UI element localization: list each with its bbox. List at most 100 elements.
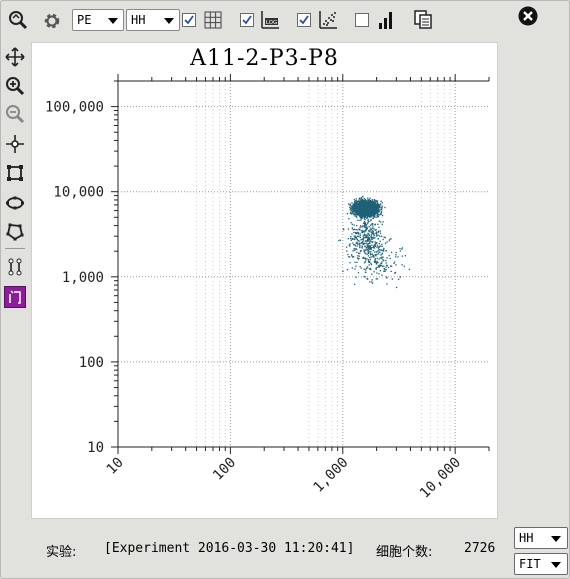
data-point [372, 249, 374, 252]
data-point [368, 199, 370, 201]
data-point [367, 259, 370, 261]
y-param-select[interactable]: HH [126, 9, 180, 31]
data-point [377, 203, 379, 205]
data-point [369, 258, 371, 261]
data-point [378, 245, 380, 247]
data-point [382, 259, 384, 261]
data-point [357, 212, 359, 215]
data-point [355, 276, 357, 278]
data-point [363, 250, 365, 252]
scatter-plot[interactable]: 10 100 1,000 10,000 100,000 10 100 1,000 10,000 [32, 43, 497, 518]
data-point [347, 228, 350, 230]
bottom-param-value: HH [519, 531, 534, 545]
data-point [384, 268, 386, 270]
data-point [361, 242, 363, 244]
data-point [371, 279, 373, 281]
data-point [367, 255, 370, 257]
settings-icon[interactable] [41, 10, 63, 32]
data-point [388, 255, 390, 257]
data-point [349, 243, 351, 245]
log-checkbox[interactable] [240, 13, 254, 27]
data-point [394, 272, 396, 274]
data-point [376, 257, 378, 259]
data-point [403, 265, 405, 267]
fit-select[interactable]: FIT [514, 553, 568, 575]
data-point [364, 230, 367, 232]
data-point [381, 209, 383, 211]
data-point [378, 226, 380, 228]
data-point [360, 267, 362, 269]
data-point [353, 228, 356, 230]
data-point [375, 206, 377, 208]
zoom-in-icon[interactable] [4, 75, 26, 97]
zoom-reset-icon[interactable] [7, 9, 29, 31]
pan-tool-icon[interactable] [4, 46, 26, 68]
data-point [360, 239, 362, 241]
interval-gate-icon[interactable] [4, 256, 26, 278]
grid-checkbox[interactable] [182, 13, 196, 27]
data-point [351, 238, 353, 240]
data-point [364, 226, 366, 229]
data-point [358, 228, 360, 231]
data-point [362, 257, 364, 260]
data-point [371, 203, 373, 205]
data-point [383, 248, 385, 251]
data-point [356, 245, 359, 247]
data-point [371, 244, 373, 246]
data-point [359, 198, 361, 200]
data-point [362, 222, 365, 224]
data-point [355, 200, 358, 202]
data-point [373, 237, 375, 239]
data-point [384, 242, 387, 244]
polygon-gate-icon[interactable] [4, 221, 26, 243]
data-point [383, 270, 385, 272]
data-point [375, 268, 377, 270]
svg-text:LOG: LOG [266, 20, 277, 26]
data-point [371, 223, 373, 225]
rectangle-gate-icon[interactable] [4, 162, 26, 184]
zoom-out-icon[interactable] [4, 103, 26, 125]
data-point [371, 199, 373, 201]
x-tick-label: 1,000 [310, 455, 351, 496]
data-point [383, 250, 385, 252]
data-point [374, 241, 376, 243]
data-point [376, 200, 379, 202]
data-point [354, 200, 356, 202]
data-point [389, 238, 391, 241]
scatter-checkbox[interactable] [297, 13, 311, 27]
data-point [365, 259, 367, 261]
data-point [356, 235, 359, 237]
data-point [382, 221, 384, 223]
data-point [358, 252, 360, 254]
data-point [359, 226, 361, 229]
histogram-checkbox[interactable] [355, 13, 369, 27]
data-point [367, 221, 369, 223]
y-tick-label: 10,000 [53, 185, 104, 201]
data-point [364, 234, 366, 236]
data-point [362, 210, 364, 212]
close-icon[interactable] [517, 5, 539, 27]
y-tick-label: 100 [79, 355, 104, 371]
data-point [368, 235, 370, 237]
crosshair-gate-icon[interactable] [4, 133, 26, 155]
data-point [352, 206, 354, 208]
gate-active-icon[interactable] [4, 286, 26, 308]
data-point [367, 199, 369, 201]
data-point [372, 227, 374, 229]
ellipse-gate-icon[interactable] [4, 192, 26, 214]
bottom-param-select[interactable]: HH [514, 527, 568, 549]
data-point [371, 253, 373, 255]
copy-icon[interactable] [411, 8, 435, 32]
data-point [361, 201, 363, 203]
x-param-select[interactable]: PE [72, 9, 124, 31]
data-point [351, 255, 353, 257]
data-point [369, 206, 371, 208]
data-point [374, 224, 376, 226]
data-point [379, 265, 381, 267]
data-point [370, 201, 372, 203]
data-point [379, 270, 381, 272]
data-point [381, 257, 383, 260]
data-point [368, 200, 371, 203]
data-point [363, 275, 365, 278]
data-point [376, 251, 378, 253]
